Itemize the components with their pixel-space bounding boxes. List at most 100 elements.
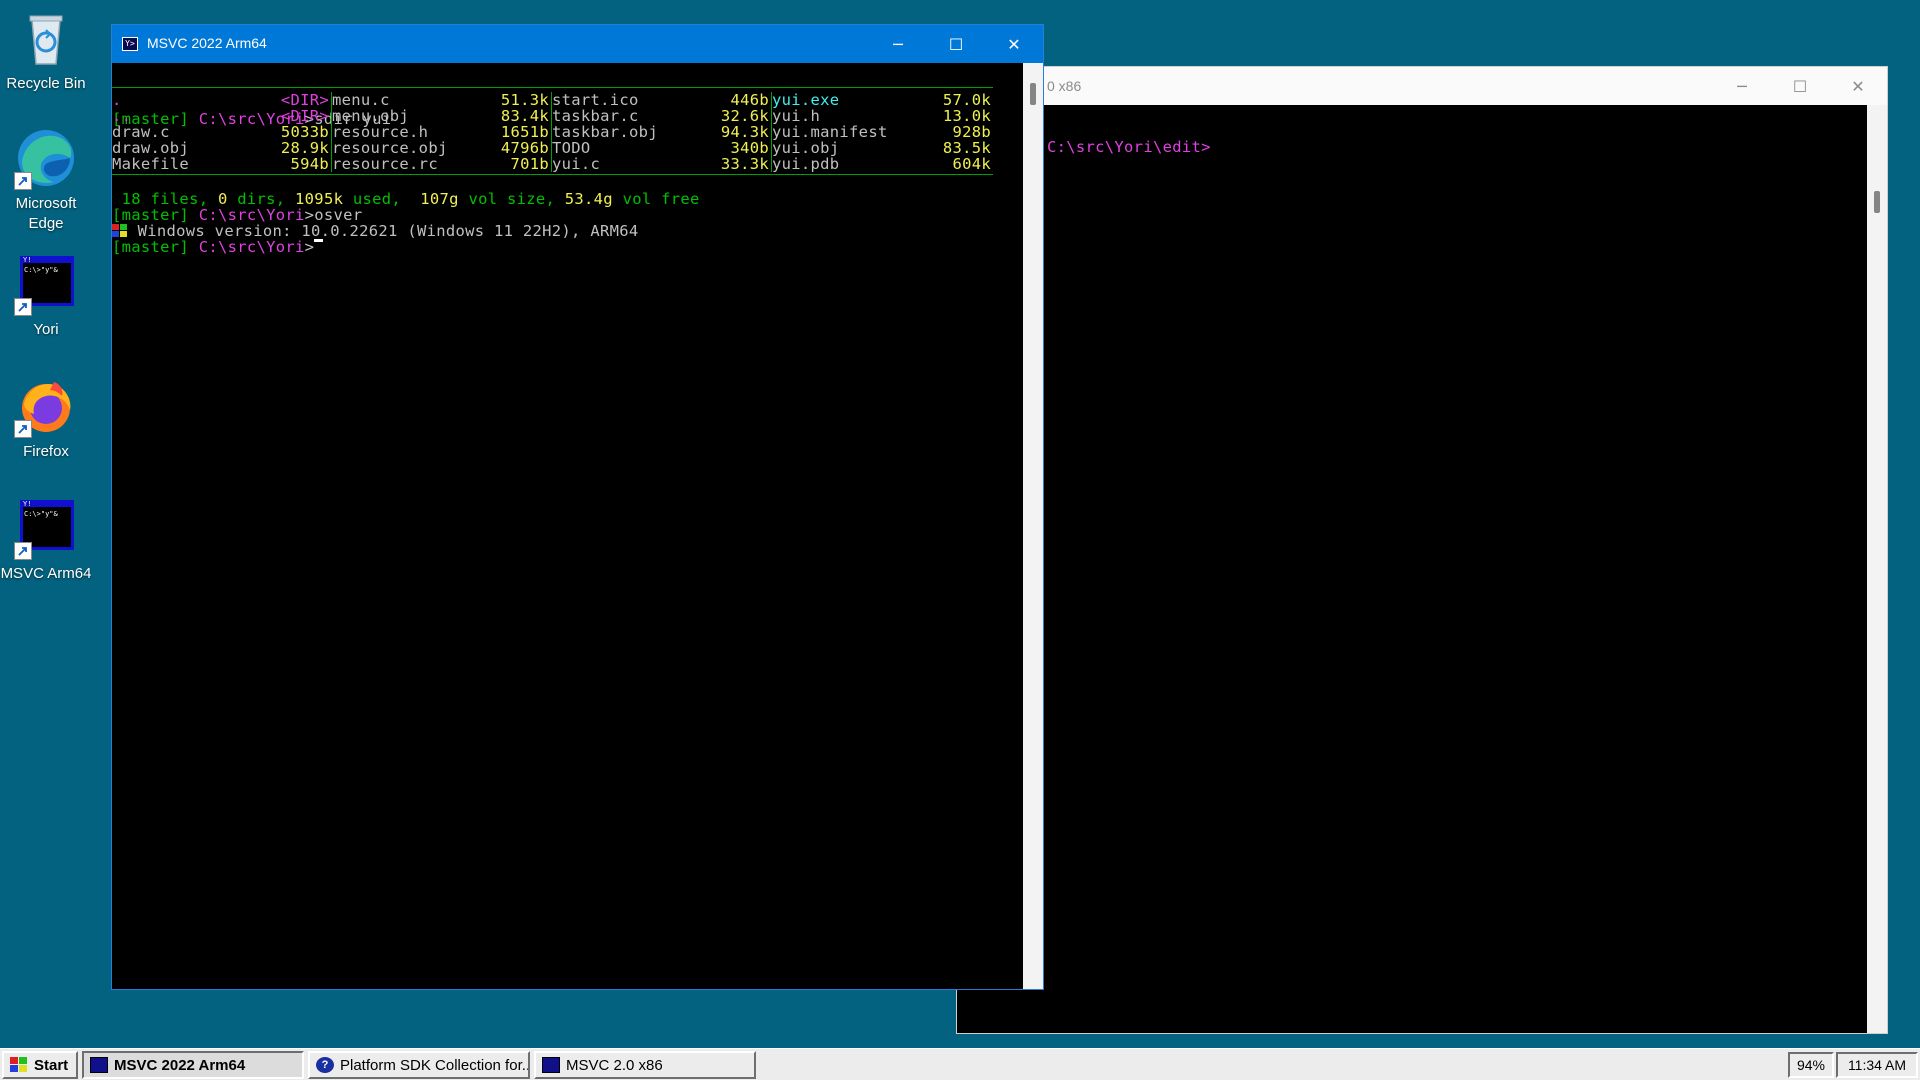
desktop-icon-yori[interactable]: Y! C:\>"y"& Yori <box>0 252 92 340</box>
desktop-icon-msvc-arm64[interactable]: Y! C:\>"y"& MSVC Arm64 <box>0 496 92 584</box>
titlebar[interactable]: Y> MSVC 2022 Arm64 ─ ☐ ✕ <box>112 25 1043 63</box>
clock-time: 11:34 AM <box>1847 1057 1907 1073</box>
file-entry: yui.exe 57.0k <box>772 92 993 108</box>
maximize-button[interactable]: ☐ <box>1771 67 1829 105</box>
console-icon: Y! C:\>"y"& <box>14 252 78 316</box>
start-button[interactable]: Start <box>2 1051 78 1079</box>
console-output[interactable]: [master] C:\src\Yori >sdir yui . <DIR>.. <D… <box>112 63 1024 989</box>
console-icon <box>90 1057 108 1073</box>
file-name: taskbar.obj <box>552 123 658 141</box>
minimize-icon: ─ <box>893 34 903 54</box>
command-text: >osver <box>304 206 363 224</box>
file-name: yui.manifest <box>772 123 888 141</box>
minimize-icon: ─ <box>1737 76 1747 96</box>
used-size: 1095k <box>295 190 344 208</box>
clock[interactable]: 11:34 AM <box>1836 1052 1918 1078</box>
file-entry: resource.rc 701b <box>332 156 551 172</box>
close-icon: ✕ <box>1851 76 1865 96</box>
scroll-thumb[interactable] <box>1874 191 1880 213</box>
desktop-icon-recycle-bin[interactable]: Recycle Bin <box>0 6 92 94</box>
windows-logo-icon <box>112 224 128 238</box>
file-entry: resource.obj 4796b <box>332 140 551 156</box>
file-entry: yui.h 13.0k <box>772 108 993 124</box>
osver-output: Windows version: 10.0.22621 (Windows 11 … <box>112 223 638 239</box>
file-name: yui.c <box>552 155 601 173</box>
file-name: taskbar.c <box>552 107 639 125</box>
file-size: 5033b <box>280 123 329 141</box>
sdir-column: yui.exe 57.0k yui.h 13.0k yui.manifest 928b yu… <box>772 92 993 172</box>
help-icon: ? <box>316 1057 334 1073</box>
window-title: 0 x86 <box>1047 78 1082 94</box>
file-size: 1651b <box>500 123 549 141</box>
close-button[interactable]: ✕ <box>1829 67 1887 105</box>
windows-logo-icon <box>10 1057 28 1073</box>
file-size: 83.5k <box>942 139 991 157</box>
desktop-icon-firefox[interactable]: Firefox <box>0 374 92 462</box>
minimize-button[interactable]: ─ <box>869 25 927 63</box>
file-entry: draw.c 5033b <box>112 124 331 140</box>
desktop-icon-label: Microsoft Edge <box>15 195 77 232</box>
caption-buttons: ─ ☐ ✕ <box>1713 67 1887 105</box>
file-name: TODO <box>552 139 591 157</box>
window-msvc-arm64[interactable]: Y> MSVC 2022 Arm64 ─ ☐ ✕ [master] C:\src… <box>111 24 1044 990</box>
window-title: MSVC 2022 Arm64 <box>147 35 267 51</box>
file-name: resource.rc <box>332 155 438 173</box>
battery-indicator[interactable]: 94% <box>1788 1052 1834 1078</box>
desktop-icon-edge[interactable]: Microsoft Edge <box>0 126 92 234</box>
file-name: .. <box>112 107 132 125</box>
shortcut-arrow-icon <box>14 420 32 438</box>
git-branch: [master] <box>112 206 190 224</box>
close-icon: ✕ <box>1007 34 1021 54</box>
file-name: yui.obj <box>772 139 840 157</box>
firefox-icon <box>14 374 78 438</box>
file-size: 33.3k <box>720 155 769 173</box>
file-entry: yui.obj 83.5k <box>772 140 993 156</box>
file-name: menu.obj <box>332 107 410 125</box>
summary-text: used, <box>343 190 421 208</box>
svg-text:C:\>"y"&: C:\>"y"& <box>24 266 59 274</box>
desktop-icon-label: Yori <box>33 321 59 338</box>
start-label: Start <box>34 1056 69 1074</box>
file-entry: Makefile 594b <box>112 156 331 172</box>
taskbar-item-label: Platform SDK Collection for... <box>340 1056 530 1074</box>
prompt-path: C:\src\Yori\edit> <box>1047 138 1211 156</box>
svg-text:C:\>"y"&: C:\>"y"& <box>24 510 59 518</box>
sdir-column: . <DIR>.. <DIR> draw.c 5033b draw.obj 28.9k Mak… <box>112 92 332 172</box>
file-size: 594b <box>290 155 329 173</box>
taskbar-item-msvc-arm64[interactable]: MSVC 2022 Arm64 <box>82 1051 304 1079</box>
git-branch: [master] <box>112 238 190 256</box>
file-size: 701b <box>510 155 549 173</box>
summary-text: dirs, <box>227 190 296 208</box>
shortcut-arrow-icon <box>14 172 32 190</box>
file-name: menu.c <box>332 91 390 109</box>
taskbar-item-msvc-x86[interactable]: MSVC 2.0 x86 <box>534 1051 756 1079</box>
shortcut-arrow-icon <box>14 542 32 560</box>
scroll-thumb[interactable] <box>1030 83 1036 105</box>
file-size: 928b <box>952 123 991 141</box>
maximize-button[interactable]: ☐ <box>927 25 985 63</box>
desktop-icon-label: Firefox <box>23 443 69 460</box>
desktop-icon-label: Recycle Bin <box>6 75 86 92</box>
close-button[interactable]: ✕ <box>985 25 1043 63</box>
prompt-path: C:\src\Yori <box>198 238 305 256</box>
minimize-button[interactable]: ─ <box>1713 67 1771 105</box>
command-line[interactable]: [master] C:\src\Yori > <box>112 238 324 256</box>
window-msvc-x86[interactable]: 0 x86 ─ ☐ ✕ C:\src\Yori\edit> <box>956 66 1888 1034</box>
file-size: 32.6k <box>720 107 769 125</box>
file-size: 446b <box>730 91 769 109</box>
caption-buttons: ─ ☐ ✕ <box>869 25 1043 63</box>
command-text: > <box>304 238 315 256</box>
file-size: 13.0k <box>942 107 991 125</box>
taskbar: Start MSVC 2022 Arm64 ? Platform SDK Col… <box>0 1048 1920 1080</box>
taskbar-item-platform-sdk[interactable]: ? Platform SDK Collection for... <box>308 1051 530 1079</box>
titlebar[interactable]: 0 x86 ─ ☐ ✕ <box>957 67 1887 105</box>
vertical-scrollbar[interactable] <box>1867 105 1887 1033</box>
file-name: resource.h <box>332 123 429 141</box>
file-size: 28.9k <box>280 139 329 157</box>
file-size: 4796b <box>500 139 549 157</box>
vertical-scrollbar[interactable] <box>1023 63 1043 989</box>
command-line: [master] C:\src\Yori >osver <box>112 207 362 223</box>
file-entry: taskbar.obj 94.3k <box>552 124 771 140</box>
taskbar-item-label: MSVC 2022 Arm64 <box>114 1056 246 1074</box>
console-output[interactable]: C:\src\Yori\edit> <box>957 105 1869 1033</box>
